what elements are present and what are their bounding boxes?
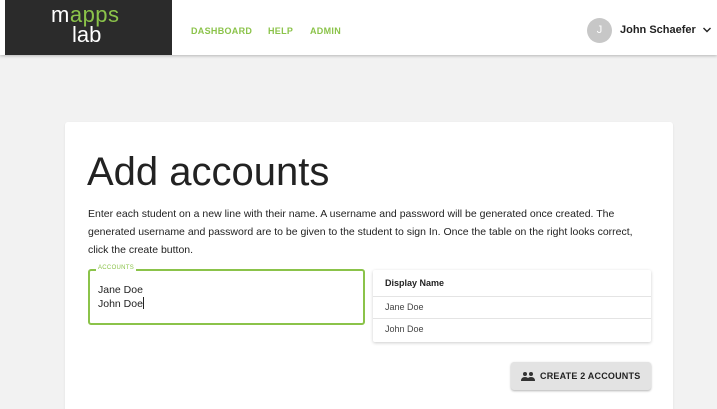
account-line: John Doe <box>98 298 143 310</box>
column-header-display-name: Display Name <box>385 278 445 288</box>
page-description: Enter each student on a new line with th… <box>88 208 633 256</box>
top-app-bar: mapps lab DASHBOARD HELP ADMIN J John Sc… <box>0 0 717 55</box>
nav-dashboard[interactable]: DASHBOARD <box>191 26 252 36</box>
user-name[interactable]: John Schaefer <box>620 24 696 36</box>
accounts-textarea[interactable]: ACCOUNTS Jane Doe John Doe <box>88 265 365 325</box>
table-cell: John Doe <box>385 324 424 334</box>
accounts-preview-table: Display Name Jane Doe John Doe <box>373 270 651 342</box>
nav-help[interactable]: HELP <box>268 26 293 36</box>
account-line: Jane Doe <box>98 284 143 296</box>
create-accounts-button[interactable]: CREATE 2 ACCOUNTS <box>511 362 651 390</box>
page-title: Add accounts <box>87 150 330 194</box>
nav-admin[interactable]: ADMIN <box>310 26 341 36</box>
create-accounts-label: CREATE 2 ACCOUNTS <box>540 371 641 381</box>
table-cell: Jane Doe <box>385 302 424 312</box>
logo-line-2: lab <box>72 22 102 47</box>
accounts-text[interactable]: Jane Doe John Doe <box>98 283 144 311</box>
user-avatar[interactable]: J <box>587 18 612 43</box>
table-row: Jane Doe <box>373 296 651 318</box>
accounts-field-label: ACCOUNTS <box>96 265 137 271</box>
text-caret <box>142 297 144 309</box>
chevron-down-icon[interactable] <box>702 25 712 35</box>
mapps-lab-logo[interactable]: mapps lab <box>5 0 172 55</box>
group-icon <box>521 372 535 381</box>
table-row: John Doe <box>373 318 651 340</box>
